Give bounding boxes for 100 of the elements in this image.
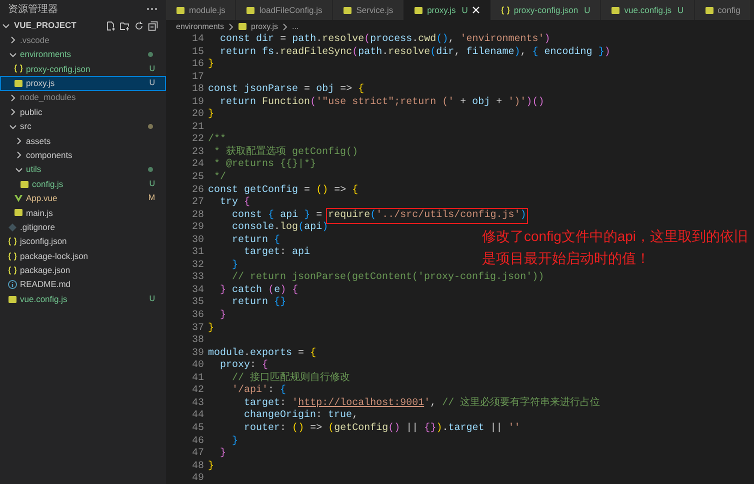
line-number: 24 — [190, 159, 204, 172]
code-line: } — [208, 322, 214, 336]
chevron-down-icon[interactable] — [2, 22, 10, 30]
line-number: 14 — [190, 34, 204, 47]
tab-title: proxy-config.json — [514, 4, 578, 16]
line-number: 20 — [190, 109, 204, 122]
line-number: 44 — [190, 410, 204, 423]
file-item[interactable]: proxy-config.json U — [0, 62, 166, 76]
code-line: } — [208, 460, 214, 474]
file-name: main.js — [26, 206, 53, 220]
file-item[interactable]: package-lock.json — [0, 248, 166, 264]
file-name: proxy.js — [26, 77, 55, 90]
line-number: 41 — [190, 372, 204, 385]
file-name: config.js — [32, 178, 64, 190]
js-file-icon — [611, 6, 620, 14]
folder-item[interactable]: components — [0, 148, 166, 163]
code-line: const jsonParse = obj => { — [208, 84, 364, 96]
code-line: * @returns {{}|*} — [213, 159, 316, 172]
code-line: '/api': { — [231, 385, 286, 398]
js-file-icon — [414, 6, 424, 14]
line-number: 46 — [190, 436, 204, 448]
editor-tab[interactable]: proxy-config.json U — [490, 0, 602, 20]
diamond-file-icon — [8, 222, 17, 232]
file-item[interactable]: main.js — [0, 206, 166, 220]
code-line: target: 'http://localhost:9001', // 这里必须要有字符串来进行占位 — [243, 398, 600, 410]
chevron-right-icon[interactable] — [9, 94, 17, 102]
folder-item[interactable]: environments — [0, 47, 166, 62]
file-name: proxy-config.json — [26, 62, 90, 76]
braces-file-icon — [8, 266, 17, 275]
file-item[interactable]: package.json — [0, 263, 166, 278]
chevron-right-icon[interactable] — [15, 136, 23, 145]
more-icon[interactable] — [146, 7, 158, 11]
file-item[interactable]: jsconfig.json — [0, 234, 166, 249]
js-file-icon — [8, 294, 17, 304]
file-item[interactable]: config.js U — [0, 176, 166, 192]
js-file-icon — [20, 180, 29, 189]
refresh-icon[interactable] — [134, 20, 144, 30]
line-number: 21 — [190, 122, 204, 134]
editor-tab[interactable]: proxy.js U — [404, 0, 491, 20]
code-line: return Function('"use strict";return (' + obj + ')')() — [219, 96, 544, 110]
breadcrumb-item[interactable]: proxy.js — [251, 20, 278, 32]
editor-tab[interactable]: config — [694, 0, 752, 20]
git-status-label: U — [149, 77, 155, 90]
file-item[interactable]: .gitignore — [0, 220, 166, 234]
annotation-text: 修改了config文件中的api，这里取到的依旧是项目最开始启动时的值！ — [482, 227, 750, 268]
close-icon[interactable] — [472, 6, 480, 14]
folder-name: node_modules — [20, 91, 76, 104]
chevron-right-icon[interactable] — [15, 151, 23, 160]
new-file-icon[interactable] — [106, 20, 116, 30]
line-number: 19 — [190, 96, 204, 109]
editor-tab[interactable]: Service.js — [333, 0, 404, 20]
code-line: router: () => (getConfig() || {}).target || '' — [243, 422, 520, 436]
folder-name: assets — [26, 134, 51, 148]
new-folder-icon[interactable] — [120, 20, 130, 30]
editor-tab[interactable]: vue.config.js U — [601, 0, 695, 20]
file-item[interactable]: README.md — [0, 278, 166, 292]
folder-item[interactable]: src — [0, 119, 166, 134]
line-number: 42 — [190, 385, 204, 398]
file-item[interactable]: App.vue M — [0, 191, 166, 206]
collapse-all-icon[interactable] — [148, 20, 158, 30]
folder-item[interactable]: utils — [0, 162, 166, 177]
file-name: vue.config.js — [20, 292, 68, 306]
folder-name: components — [26, 148, 72, 162]
editor-tab[interactable]: module.js — [166, 0, 236, 20]
line-number: 30 — [190, 234, 204, 247]
code-line: const dir = path.resolve(process.cwd(), 'environments') — [219, 34, 550, 46]
folder-item[interactable]: .vscode — [0, 33, 166, 48]
code-line: } — [231, 436, 238, 448]
chevron-down-icon[interactable] — [15, 166, 23, 174]
folder-item[interactable]: public — [0, 104, 166, 120]
file-name: .gitignore — [20, 220, 55, 234]
tab-title: loadFileConfig.js — [259, 4, 322, 16]
line-number: 27 — [190, 197, 204, 210]
chevron-right-icon — [228, 22, 234, 30]
file-name: jsconfig.json — [20, 235, 67, 248]
chevron-right-icon[interactable] — [9, 36, 17, 44]
code-line: // return jsonParse(getContent('proxy-config.json')) — [231, 272, 544, 284]
tab-title: module.js — [189, 4, 226, 16]
folder-item[interactable]: node_modules — [0, 90, 166, 105]
file-name: README.md — [20, 278, 71, 292]
js-file-icon — [14, 78, 23, 88]
braces-file-icon — [500, 6, 510, 14]
file-name: package.json — [20, 264, 70, 277]
file-item[interactable]: vue.config.js U — [0, 292, 166, 306]
code-line: * 获取配置选项 getConfig() — [213, 146, 358, 158]
chevron-right-icon[interactable] — [9, 108, 17, 116]
code-line: const { api } = — [231, 210, 324, 222]
file-item[interactable]: proxy.js U — [0, 76, 166, 91]
breadcrumb-item[interactable]: ... — [292, 20, 299, 32]
chevron-down-icon[interactable] — [9, 122, 17, 131]
project-title[interactable]: VUE_PROJECT — [14, 19, 76, 32]
breadcrumb-item[interactable]: environments — [176, 20, 224, 32]
highlighted-code: require('../src/utils/config.js') — [328, 210, 526, 222]
editor-tab[interactable]: loadFileConfig.js — [236, 0, 334, 20]
line-number: 43 — [190, 398, 204, 410]
chevron-down-icon[interactable] — [9, 50, 17, 59]
git-status-label: U — [149, 178, 155, 190]
folder-item[interactable]: assets — [0, 134, 166, 148]
line-number: 36 — [190, 310, 204, 323]
code-line: /** — [208, 134, 226, 146]
